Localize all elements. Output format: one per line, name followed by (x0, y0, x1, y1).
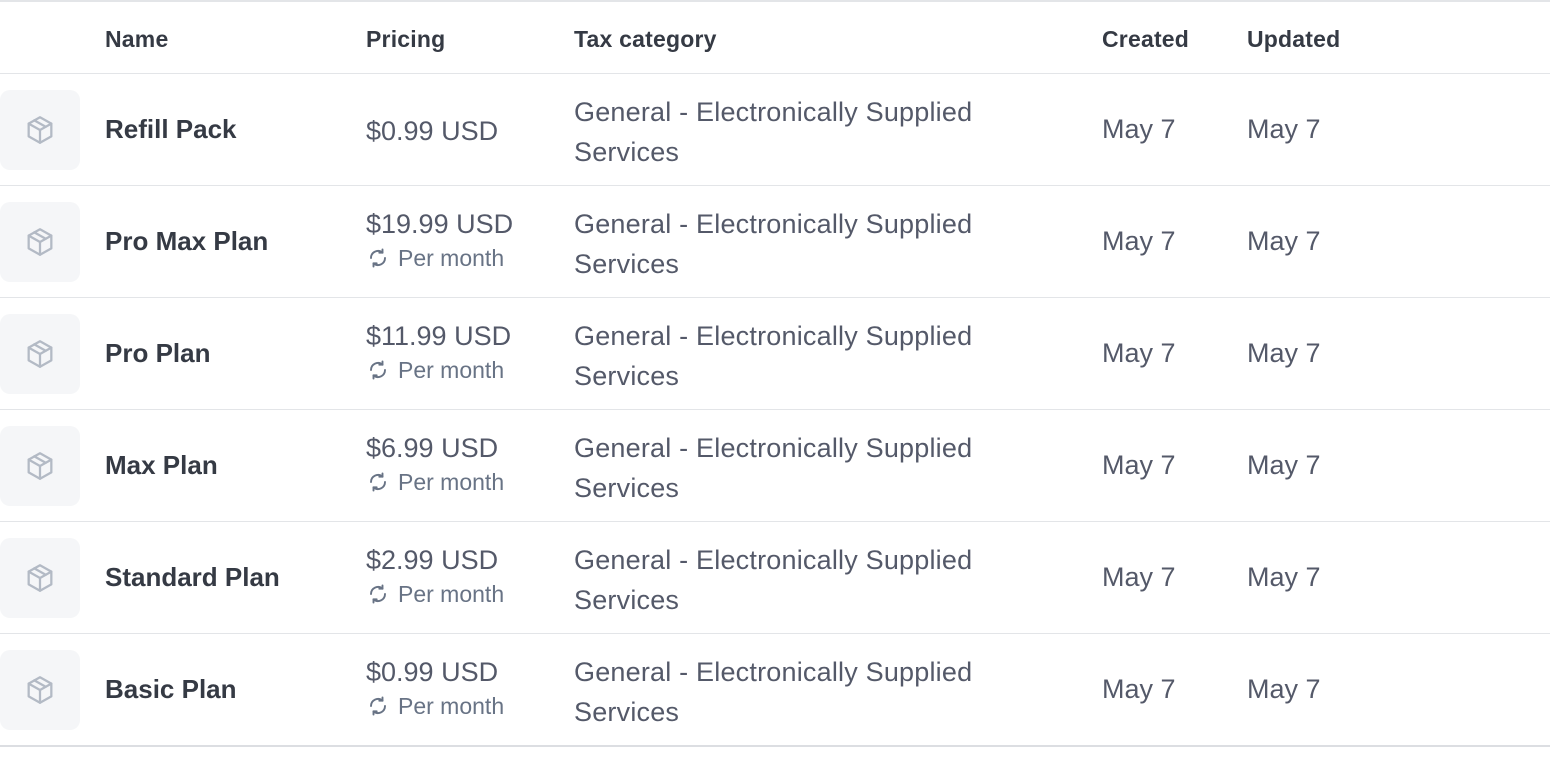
package-icon (23, 225, 57, 259)
tax-category: General - Electronically Supplied Servic… (574, 97, 973, 167)
price-amount: $19.99 USD (366, 209, 514, 239)
package-icon (23, 113, 57, 147)
created-date: May 7 (1102, 226, 1176, 256)
updated-date: May 7 (1247, 450, 1321, 480)
tax-category: General - Electronically Supplied Servic… (574, 545, 973, 615)
table-header: Name Pricing Tax category Created Update… (0, 2, 1550, 74)
tax-category: General - Electronically Supplied Servic… (574, 209, 973, 279)
created-date: May 7 (1102, 674, 1176, 704)
refresh-icon (366, 470, 398, 494)
refresh-icon (366, 358, 398, 382)
created-date: May 7 (1102, 114, 1176, 144)
updated-date: May 7 (1247, 674, 1321, 704)
interval-label: Per month (398, 357, 505, 383)
package-icon (23, 449, 57, 483)
product-thumbnail (0, 90, 80, 170)
product-thumbnail (0, 538, 80, 618)
updated-date: May 7 (1247, 338, 1321, 368)
updated-date: May 7 (1247, 114, 1321, 144)
interval-label: Per month (398, 693, 505, 719)
column-header-pricing[interactable]: Pricing (366, 26, 445, 53)
table-row[interactable]: Basic Plan $0.99 USD Per month General - El… (0, 634, 1550, 747)
billing-interval: Per month (366, 245, 513, 271)
billing-interval: Per month (366, 581, 504, 607)
pricing-cell: $6.99 USD Per month (366, 431, 504, 495)
refresh-icon (366, 582, 398, 606)
product-name[interactable]: Pro Max Plan (105, 226, 268, 257)
pricing-cell: $11.99 USD Per month (366, 319, 511, 383)
created-date: May 7 (1102, 450, 1176, 480)
interval-label: Per month (398, 581, 505, 607)
product-name[interactable]: Refill Pack (105, 114, 237, 145)
billing-interval: Per month (366, 469, 504, 495)
table-body: Refill Pack $0.99 USD General - Electronic… (0, 74, 1550, 747)
product-name[interactable]: Basic Plan (105, 674, 237, 705)
package-icon (23, 673, 57, 707)
pricing-cell: $0.99 USD Per month (366, 655, 504, 719)
interval-label: Per month (398, 245, 505, 271)
pricing-cell: $2.99 USD Per month (366, 543, 504, 607)
pricing-cell: $19.99 USD Per month (366, 207, 513, 271)
table-row[interactable]: Pro Max Plan $19.99 USD Per month General -… (0, 186, 1550, 298)
created-date: May 7 (1102, 338, 1176, 368)
updated-date: May 7 (1247, 562, 1321, 592)
package-icon (23, 337, 57, 371)
product-name[interactable]: Standard Plan (105, 562, 280, 593)
column-header-created[interactable]: Created (1102, 26, 1189, 53)
table-row[interactable]: Max Plan $6.99 USD Per month General - Elec… (0, 410, 1550, 522)
price-amount: $0.99 USD (366, 657, 499, 687)
billing-interval: Per month (366, 357, 511, 383)
column-header-updated[interactable]: Updated (1247, 26, 1340, 53)
price-amount: $6.99 USD (366, 433, 499, 463)
product-thumbnail (0, 202, 80, 282)
product-thumbnail (0, 426, 80, 506)
table-row[interactable]: Refill Pack $0.99 USD General - Electronic… (0, 74, 1550, 186)
pricing-cell: $0.99 USD (366, 114, 498, 148)
price-amount: $0.99 USD (366, 116, 499, 146)
product-thumbnail (0, 314, 80, 394)
price-amount: $2.99 USD (366, 545, 499, 575)
product-name[interactable]: Pro Plan (105, 338, 210, 369)
interval-label: Per month (398, 469, 505, 495)
price-amount: $11.99 USD (366, 321, 512, 351)
product-name[interactable]: Max Plan (105, 450, 218, 481)
refresh-icon (366, 246, 398, 270)
column-header-name[interactable]: Name (105, 26, 168, 53)
created-date: May 7 (1102, 562, 1176, 592)
product-thumbnail (0, 650, 80, 730)
billing-interval: Per month (366, 693, 504, 719)
refresh-icon (366, 694, 398, 718)
updated-date: May 7 (1247, 226, 1321, 256)
package-icon (23, 561, 57, 595)
tax-category: General - Electronically Supplied Servic… (574, 433, 973, 503)
products-table: Name Pricing Tax category Created Update… (0, 0, 1550, 747)
table-row[interactable]: Pro Plan $11.99 USD Per month General - Ele… (0, 298, 1550, 410)
tax-category: General - Electronically Supplied Servic… (574, 657, 973, 727)
column-header-tax-category[interactable]: Tax category (574, 26, 717, 53)
tax-category: General - Electronically Supplied Servic… (574, 321, 973, 391)
table-row[interactable]: Standard Plan $2.99 USD Per month General -… (0, 522, 1550, 634)
